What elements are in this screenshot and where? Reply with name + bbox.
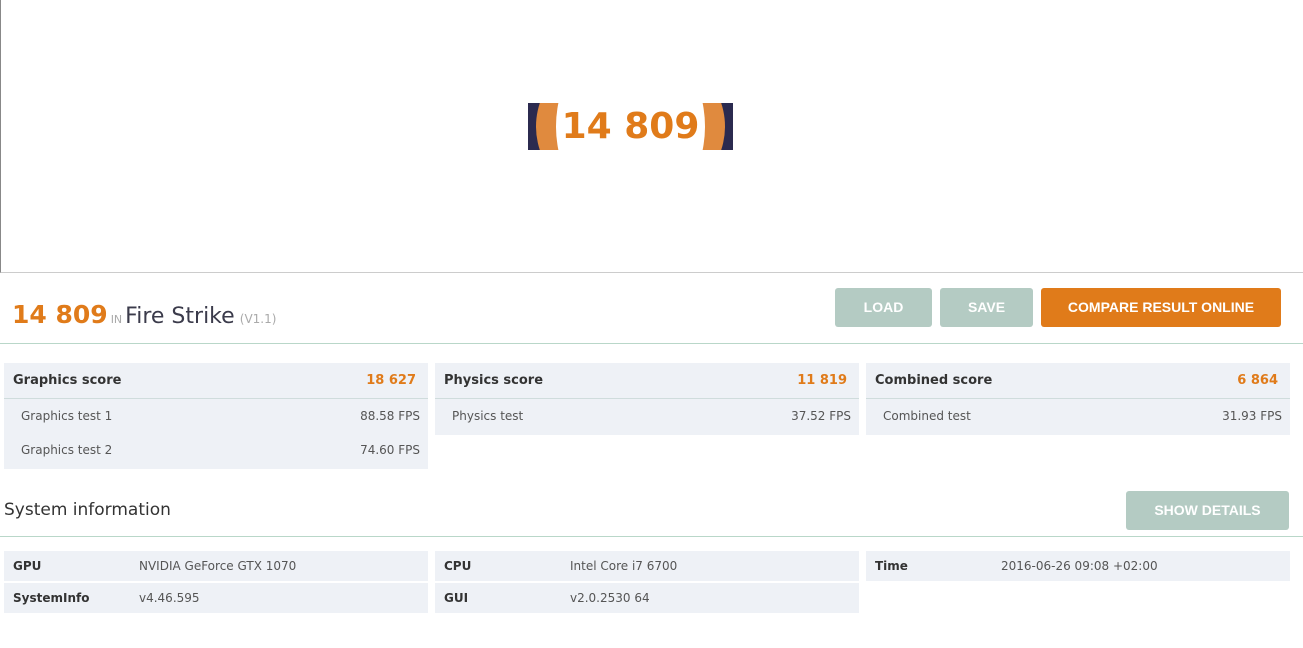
graphics-score-card: Graphics score 18 627 Graphics test 1 88.5… [4, 363, 428, 469]
test-value: 37.52 FPS [791, 409, 851, 423]
card-label: Graphics score [13, 373, 122, 388]
info-label: GUI [444, 591, 469, 605]
test-label: Graphics test 1 [21, 409, 113, 423]
list-item: Graphics test 1 88.58 FPS [4, 399, 428, 433]
test-label: Graphics test 2 [21, 443, 113, 457]
benchmark-version: (V1.1) [239, 312, 277, 326]
info-label: SystemInfo [13, 591, 90, 605]
score-badge: 14 809 [528, 103, 733, 150]
info-value: NVIDIA GeForce GTX 1070 [139, 559, 297, 573]
test-value: 31.93 FPS [1222, 409, 1282, 423]
info-row-cpu: CPU Intel Core i7 6700 [435, 551, 859, 581]
physics-score-card: Physics score 11 819 Physics test 37.52 FP… [435, 363, 859, 435]
divider [0, 536, 1303, 537]
save-button[interactable]: SAVE [940, 288, 1033, 327]
card-value: 6 864 [1237, 373, 1278, 388]
test-label: Physics test [452, 409, 524, 423]
card-label: Combined score [875, 373, 993, 388]
compare-result-online-button[interactable]: COMPARE RESULT ONLINE [1041, 288, 1281, 327]
list-item: Graphics test 2 74.60 FPS [4, 433, 428, 467]
show-details-button[interactable]: SHOW DETAILS [1126, 491, 1289, 530]
card-value: 18 627 [366, 373, 416, 388]
list-item: Combined test 31.93 FPS [866, 399, 1290, 433]
overall-score: 14 809 [12, 300, 108, 329]
info-label: CPU [444, 559, 472, 573]
info-row-systeminfo: SystemInfo v4.46.595 [4, 583, 428, 613]
benchmark-name: Fire Strike [125, 304, 235, 329]
test-label: Combined test [883, 409, 971, 423]
info-value: 2016-06-26 09:08 +02:00 [1001, 559, 1158, 573]
in-label: IN [110, 313, 123, 326]
combined-score-card: Combined score 6 864 Combined test 31.93 F… [866, 363, 1290, 435]
info-value: v4.46.595 [139, 591, 200, 605]
info-row-gpu: GPU NVIDIA GeForce GTX 1070 [4, 551, 428, 581]
info-row-time: Time 2016-06-26 09:08 +02:00 [866, 551, 1290, 581]
info-label: GPU [13, 559, 42, 573]
system-information-heading: System information [4, 500, 171, 520]
list-item: Physics test 37.52 FPS [435, 399, 859, 433]
load-button[interactable]: LOAD [835, 288, 932, 327]
card-label: Physics score [444, 373, 544, 388]
hero-score: 14 809 [561, 106, 700, 147]
result-title: 14 809 IN Fire Strike (V1.1) [12, 300, 276, 329]
score-banner: 14 809 [0, 0, 1303, 273]
info-value: v2.0.2530 64 [570, 591, 650, 605]
info-label: Time [875, 559, 908, 573]
test-value: 74.60 FPS [360, 443, 420, 457]
info-row-gui: GUI v2.0.2530 64 [435, 583, 859, 613]
info-value: Intel Core i7 6700 [570, 559, 678, 573]
divider [0, 343, 1303, 344]
test-value: 88.58 FPS [360, 409, 420, 423]
card-value: 11 819 [797, 373, 847, 388]
